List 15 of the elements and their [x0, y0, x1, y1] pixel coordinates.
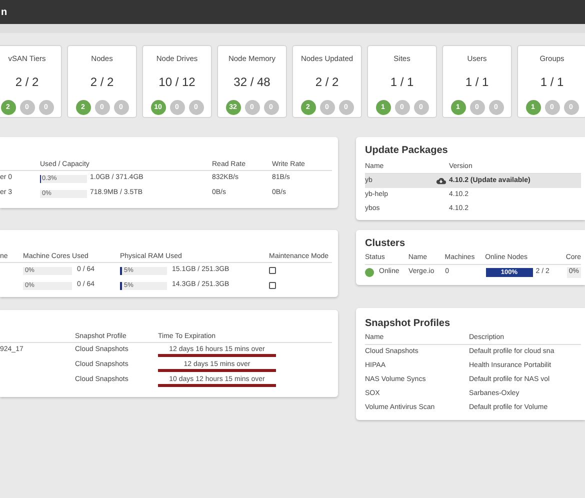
- card-value: 1 / 1: [390, 74, 414, 92]
- card-value: 2 / 2: [315, 74, 339, 92]
- card-title: Snapshot Profiles: [365, 317, 452, 331]
- window-title: n: [1, 6, 8, 20]
- card-title: Clusters: [365, 237, 406, 251]
- card-title: Update Packages: [365, 144, 449, 158]
- card-value: 1 / 1: [540, 74, 564, 92]
- card-value: 1 / 1: [465, 74, 489, 92]
- card-value: 10 / 12: [158, 74, 196, 92]
- card-value: 2 / 2: [15, 74, 39, 92]
- checkbox[interactable]: [269, 282, 276, 289]
- checkbox[interactable]: [269, 267, 276, 274]
- cloud-download-icon: [436, 177, 446, 185]
- card-value: 2 / 2: [90, 74, 114, 92]
- card-value: 32 / 48: [234, 74, 270, 92]
